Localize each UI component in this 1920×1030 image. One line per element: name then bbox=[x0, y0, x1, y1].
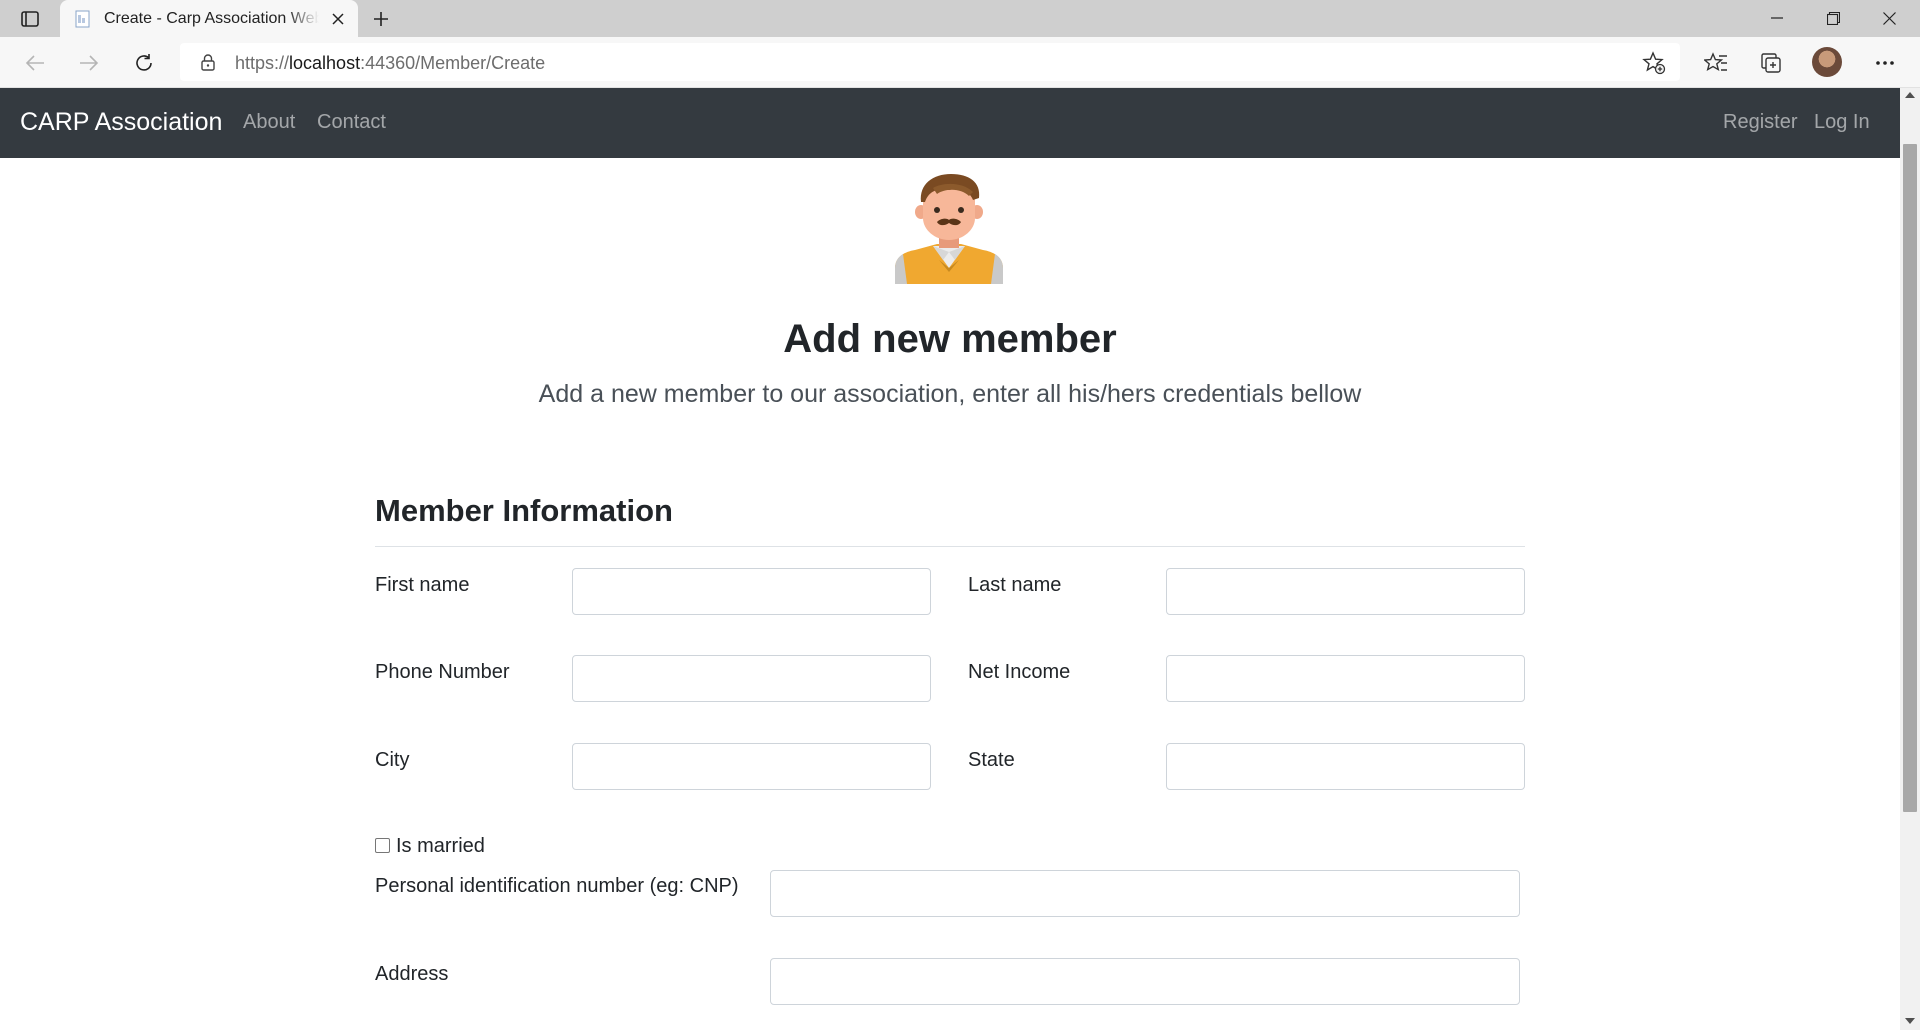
nav-link-contact[interactable]: Contact bbox=[317, 111, 386, 134]
section-divider bbox=[375, 546, 1525, 547]
page-viewport: CARP Association About Contact Register … bbox=[0, 88, 1900, 1030]
first-name-label: First name bbox=[375, 574, 470, 596]
section-title: Member Information bbox=[375, 493, 673, 528]
is-married-label[interactable]: Is married bbox=[396, 835, 485, 858]
close-window-icon[interactable] bbox=[1866, 4, 1912, 32]
back-icon[interactable] bbox=[21, 49, 49, 77]
city-label: City bbox=[375, 749, 410, 771]
page-title: Add new member bbox=[783, 317, 1117, 361]
page-scrollbar[interactable] bbox=[1900, 88, 1920, 1030]
forward-icon[interactable] bbox=[75, 49, 103, 77]
navbar-brand[interactable]: CARP Association bbox=[20, 108, 222, 137]
state-input[interactable] bbox=[1166, 743, 1525, 790]
minimize-icon[interactable] bbox=[1754, 4, 1800, 32]
refresh-icon[interactable] bbox=[130, 49, 158, 77]
last-name-input[interactable] bbox=[1166, 568, 1525, 615]
state-label: State bbox=[968, 749, 1015, 771]
city-input[interactable] bbox=[572, 743, 931, 790]
new-tab-icon[interactable] bbox=[368, 7, 394, 31]
browser-tabbar: Create - Carp Association Website bbox=[0, 0, 1920, 37]
favorites-icon[interactable] bbox=[1702, 49, 1730, 77]
profile-avatar[interactable] bbox=[1812, 47, 1842, 77]
last-name-label: Last name bbox=[968, 574, 1062, 596]
page-lead: Add a new member to our association, ent… bbox=[538, 380, 1362, 408]
browser-tab-active[interactable]: Create - Carp Association Website bbox=[60, 0, 358, 37]
browser-toolbar: https://localhost:44360/Member/Create bbox=[0, 37, 1920, 88]
nav-link-register[interactable]: Register bbox=[1723, 111, 1797, 134]
phone-label: Phone Number bbox=[375, 661, 510, 683]
net-income-label: Net Income bbox=[968, 661, 1071, 683]
restore-icon[interactable] bbox=[1810, 4, 1856, 32]
more-menu-icon[interactable] bbox=[1871, 49, 1899, 77]
member-avatar-icon bbox=[893, 172, 1005, 284]
is-married-checkbox[interactable] bbox=[375, 838, 390, 853]
tab-close-icon[interactable] bbox=[327, 8, 349, 30]
address-input[interactable] bbox=[770, 958, 1520, 1005]
add-favorite-icon[interactable] bbox=[1642, 51, 1666, 75]
pin-label: Personal identification number (eg: CNP) bbox=[375, 875, 739, 897]
url-text[interactable]: https://localhost:44360/Member/Create bbox=[235, 53, 545, 74]
collections-icon[interactable] bbox=[1757, 49, 1785, 77]
address-bar[interactable]: https://localhost:44360/Member/Create bbox=[180, 43, 1680, 81]
pin-input[interactable] bbox=[770, 870, 1520, 917]
nav-link-about[interactable]: About bbox=[243, 111, 295, 134]
net-income-input[interactable] bbox=[1166, 655, 1525, 702]
address-label: Address bbox=[375, 963, 449, 985]
scrollbar-thumb[interactable] bbox=[1903, 144, 1917, 812]
first-name-input[interactable] bbox=[572, 568, 931, 615]
page-favicon-icon bbox=[74, 10, 92, 28]
scroll-up-icon[interactable] bbox=[1905, 92, 1915, 98]
tab-title: Create - Carp Association Website bbox=[104, 10, 319, 27]
site-navbar: CARP Association About Contact Register … bbox=[0, 88, 1900, 158]
tab-actions-icon[interactable] bbox=[18, 8, 42, 30]
nav-link-login[interactable]: Log In bbox=[1814, 111, 1870, 134]
phone-input[interactable] bbox=[572, 655, 931, 702]
lock-icon[interactable] bbox=[199, 53, 217, 71]
scroll-down-icon[interactable] bbox=[1905, 1018, 1915, 1024]
